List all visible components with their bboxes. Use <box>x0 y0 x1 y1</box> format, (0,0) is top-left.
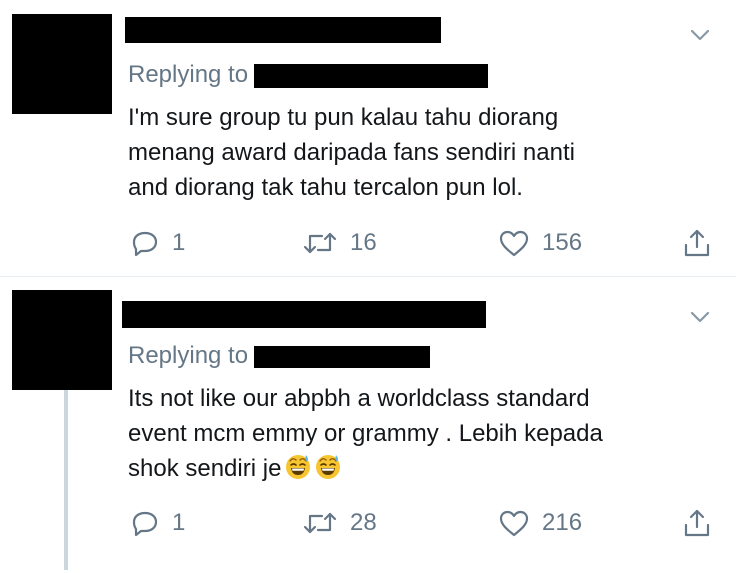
tweet[interactable]: Replying to Its not like our abpbh a wor… <box>0 277 736 573</box>
like-count: 156 <box>542 229 583 256</box>
redacted-author-name <box>122 301 486 328</box>
reply-icon <box>132 231 158 257</box>
retweet-count: 28 <box>350 509 377 536</box>
tweet-text-line: I'm sure group tu pun kalau tahu diorang <box>128 104 559 131</box>
tweet-text-line: event mcm emmy or grammy . Lebih kepada <box>128 420 603 447</box>
chevron-down-icon[interactable] <box>690 311 710 323</box>
like-button[interactable]: 156 <box>498 226 582 260</box>
avatar[interactable] <box>12 14 112 114</box>
tweet-actions: 1 16 156 <box>0 226 736 260</box>
replying-to: Replying to <box>128 61 489 89</box>
tweet-text-line: menang award daripada fans sendiri nanti <box>128 139 575 166</box>
reply-count: 1 <box>172 509 186 536</box>
reply-icon <box>132 511 158 537</box>
tweet-text-line: Its not like our abpbh a worldclass stan… <box>128 385 590 412</box>
like-button[interactable]: 216 <box>498 506 582 540</box>
redacted-reply-handle[interactable] <box>254 345 431 368</box>
share-icon <box>684 509 710 537</box>
chevron-down-icon[interactable] <box>690 29 710 41</box>
share-button[interactable] <box>682 226 712 260</box>
share-icon <box>684 229 710 257</box>
retweet-count: 16 <box>350 229 377 256</box>
tweet-text-line: shok sendiri je <box>128 451 708 486</box>
retweet-icon <box>303 232 337 254</box>
reply-button[interactable]: 1 <box>130 506 185 540</box>
tweet[interactable]: Replying to I'm sure group tu pun kalau … <box>0 0 736 276</box>
replying-to: Replying to <box>128 342 431 370</box>
reply-button[interactable]: 1 <box>130 226 185 260</box>
tweet-text: I'm sure group tu pun kalau tahu diorang… <box>128 100 708 205</box>
retweet-button[interactable]: 16 <box>302 226 377 260</box>
tweet-text: Its not like our abpbh a worldclass stan… <box>128 381 708 486</box>
thread-line <box>64 390 68 570</box>
heart-icon <box>499 230 529 257</box>
grinning-face-with-sweat-icon <box>286 455 311 479</box>
avatar[interactable] <box>12 290 112 390</box>
grinning-face-with-sweat-icon <box>316 455 341 479</box>
share-button[interactable] <box>682 506 712 540</box>
tweet-actions: 1 28 216 <box>0 506 736 540</box>
replying-to-label: Replying to <box>128 342 249 369</box>
redacted-reply-handle[interactable] <box>254 63 489 88</box>
retweet-button[interactable]: 28 <box>302 506 377 540</box>
retweet-icon <box>303 512 337 534</box>
redacted-author-name <box>125 17 441 43</box>
like-count: 216 <box>542 509 583 536</box>
replying-to-label: Replying to <box>128 61 249 88</box>
heart-icon <box>499 510 529 537</box>
tweet-text-line: and diorang tak tahu tercalon pun lol. <box>128 174 523 201</box>
reply-count: 1 <box>172 229 186 256</box>
tweet-text-segment: shok sendiri je <box>128 455 282 482</box>
